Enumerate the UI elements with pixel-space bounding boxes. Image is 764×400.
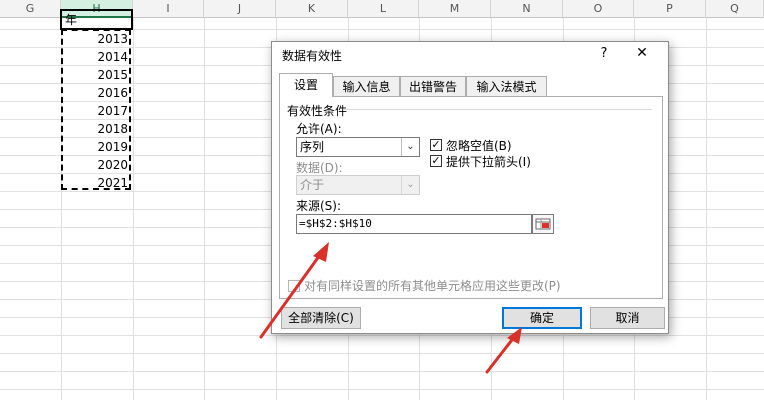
arrow-to-ok-icon: [485, 327, 522, 374]
tab-settings[interactable]: 设置: [279, 73, 333, 97]
annotation-arrows: [259, 242, 522, 374]
arrow-to-source-icon: [259, 242, 329, 339]
